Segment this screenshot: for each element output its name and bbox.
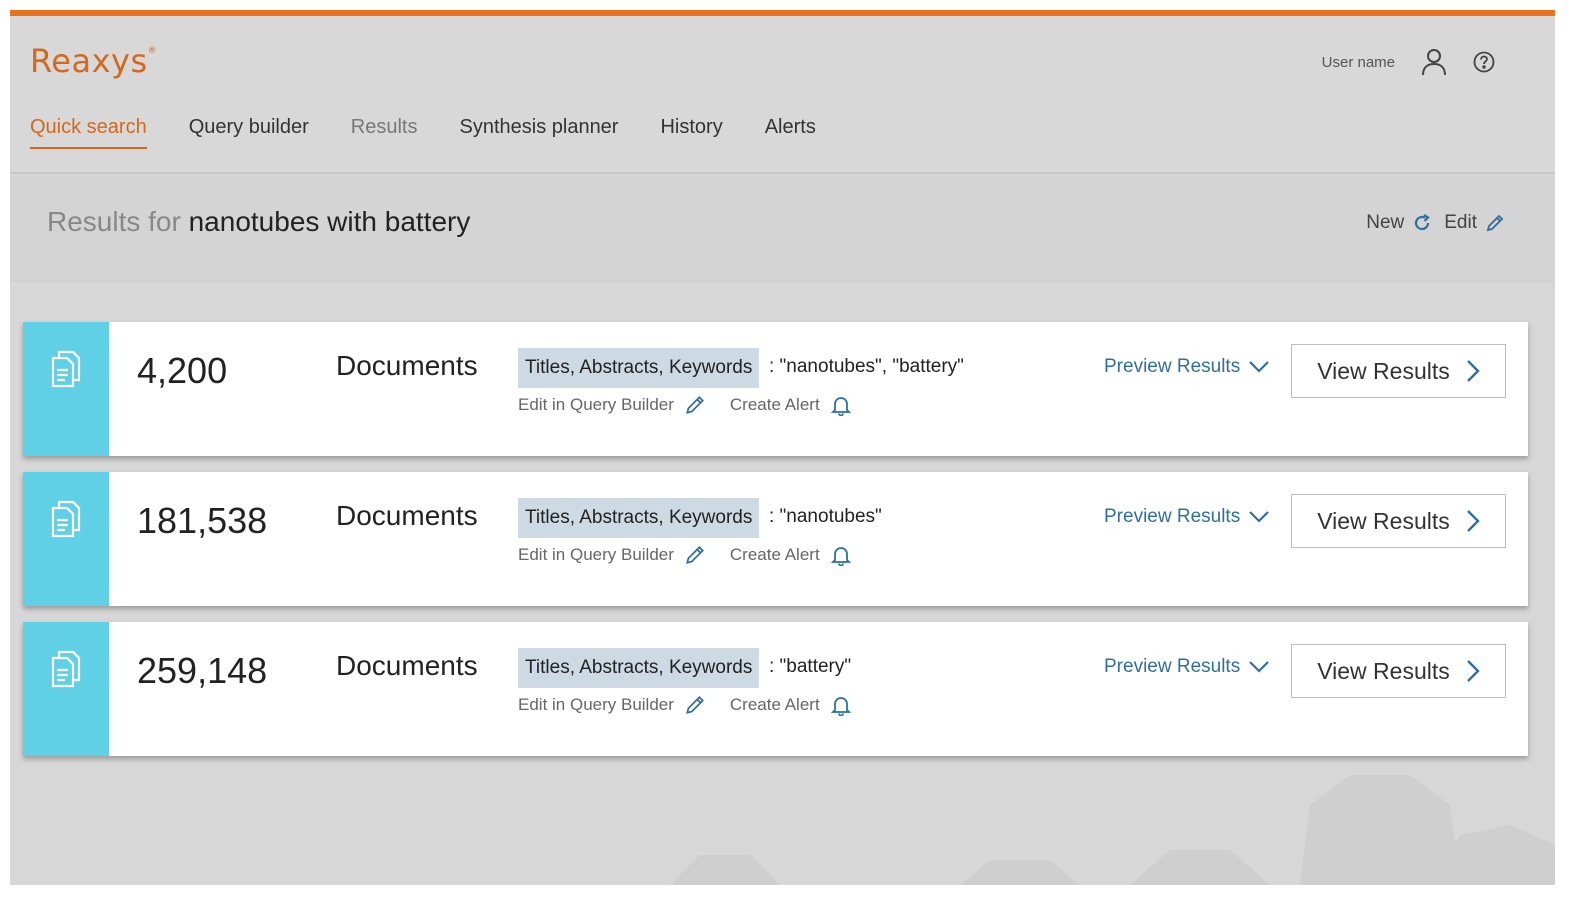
result-card: 259,148 Documents Titles, Abstracts, Key… [23, 622, 1528, 756]
field-chip: Titles, Abstracts, Keywords [518, 648, 760, 688]
tab-history[interactable]: History [660, 116, 722, 149]
result-count: 4,200 [137, 350, 228, 391]
card-stripe [23, 622, 109, 756]
view-results-label: View Results [1317, 357, 1450, 384]
tab-results[interactable]: Results [351, 116, 418, 149]
field-chip: Titles, Abstracts, Keywords [518, 498, 760, 538]
hexagon-background [670, 775, 1555, 885]
search-terms: : "nanotubes" [769, 506, 882, 527]
card-sub-actions: Edit in Query Builder Create Alert [518, 394, 852, 416]
result-card: 4,200 Documents Titles, Abstracts, Keywo… [23, 322, 1528, 456]
view-results-label: View Results [1317, 507, 1450, 534]
page-title: Results for nanotubes with battery [47, 206, 470, 238]
tab-quick-search[interactable]: Quick search [30, 116, 147, 149]
user-area: User name [1322, 48, 1495, 76]
help-icon[interactable] [1473, 51, 1495, 73]
documents-icon [51, 350, 81, 388]
pencil-icon[interactable] [684, 544, 706, 566]
search-terms: : "battery" [769, 656, 852, 677]
tab-synthesis-planner[interactable]: Synthesis planner [459, 116, 618, 149]
bell-icon[interactable] [830, 394, 852, 416]
result-card: 181,538 Documents Titles, Abstracts, Key… [23, 472, 1528, 606]
preview-label: Preview Results [1104, 656, 1241, 677]
chevron-right-icon [1466, 510, 1480, 532]
tab-alerts[interactable]: Alerts [765, 116, 816, 149]
edit-in-query-builder-link[interactable]: Edit in Query Builder [518, 545, 674, 565]
result-count: 181,538 [137, 500, 268, 541]
header: Reaxys® User name Quick search Query bui… [10, 16, 1555, 174]
pencil-icon[interactable] [684, 394, 706, 416]
new-search-button[interactable]: New [1366, 212, 1432, 234]
view-results-button[interactable]: View Results [1291, 494, 1506, 548]
preview-results-toggle[interactable]: Preview Results [1104, 506, 1270, 528]
preview-results-toggle[interactable]: Preview Results [1104, 656, 1270, 678]
card-sub-actions: Edit in Query Builder Create Alert [518, 544, 852, 566]
result-count: 259,148 [137, 650, 268, 691]
search-terms: : "nanotubes", "battery" [769, 356, 964, 377]
results-list: 4,200 Documents Titles, Abstracts, Keywo… [23, 322, 1528, 772]
pencil-icon [1486, 214, 1504, 232]
edit-label: Edit [1444, 212, 1477, 233]
results-query: nanotubes with battery [188, 206, 471, 237]
result-type: Documents [336, 650, 478, 681]
card-stripe [23, 322, 109, 456]
chevron-right-icon [1466, 360, 1480, 382]
results-actions: New Edit [1366, 212, 1505, 234]
results-header: Results for nanotubes with battery New E… [10, 176, 1555, 282]
user-icon[interactable] [1421, 48, 1447, 76]
view-results-button[interactable]: View Results [1291, 644, 1506, 698]
preview-label: Preview Results [1104, 506, 1241, 527]
edit-in-query-builder-link[interactable]: Edit in Query Builder [518, 695, 674, 715]
logo-text: Reaxys [30, 42, 148, 80]
pencil-icon[interactable] [684, 694, 706, 716]
tab-query-builder[interactable]: Query builder [189, 116, 309, 149]
preview-results-toggle[interactable]: Preview Results [1104, 356, 1270, 378]
new-label: New [1366, 212, 1405, 233]
main-nav: Quick search Query builder Results Synth… [30, 116, 816, 149]
card-sub-actions: Edit in Query Builder Create Alert [518, 694, 852, 716]
refresh-icon [1415, 214, 1431, 231]
edit-in-query-builder-link[interactable]: Edit in Query Builder [518, 395, 674, 415]
create-alert-link[interactable]: Create Alert [730, 395, 820, 415]
result-type: Documents [336, 500, 478, 531]
create-alert-link[interactable]: Create Alert [730, 545, 820, 565]
documents-icon [51, 500, 81, 538]
app-frame: Reaxys® User name Quick search Query bui… [10, 10, 1555, 885]
results-prefix: Results for [47, 206, 181, 237]
reaxys-logo[interactable]: Reaxys® [30, 42, 157, 80]
bell-icon[interactable] [830, 544, 852, 566]
view-results-label: View Results [1317, 657, 1450, 684]
chevron-right-icon [1466, 660, 1480, 682]
chevron-down-icon [1249, 511, 1269, 523]
chevron-down-icon [1249, 361, 1269, 373]
bell-icon[interactable] [830, 694, 852, 716]
field-chip: Titles, Abstracts, Keywords [518, 348, 760, 388]
create-alert-link[interactable]: Create Alert [730, 695, 820, 715]
view-results-button[interactable]: View Results [1291, 344, 1506, 398]
result-type: Documents [336, 350, 478, 381]
edit-search-button[interactable]: Edit [1444, 212, 1505, 234]
card-stripe [23, 472, 109, 606]
user-name[interactable]: User name [1322, 54, 1395, 71]
documents-icon [51, 650, 81, 688]
chevron-down-icon [1249, 661, 1269, 673]
logo-registered-mark: ® [147, 46, 158, 56]
preview-label: Preview Results [1104, 356, 1241, 377]
